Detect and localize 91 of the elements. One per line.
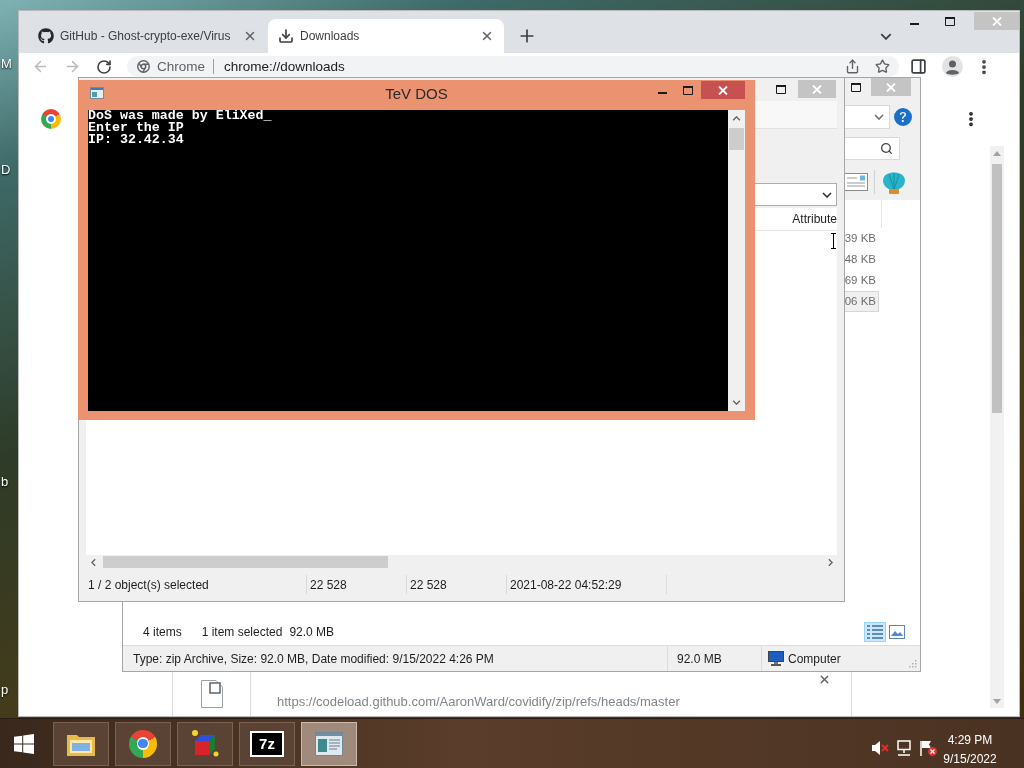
details-view-icon [867, 625, 883, 639]
taskbar-button[interactable] [115, 721, 171, 766]
taskbar-button[interactable] [301, 721, 357, 766]
tab-search-icon[interactable] [880, 32, 892, 40]
console-line: IP: 32.42.34 [88, 134, 184, 146]
large-icons-view-button[interactable] [886, 622, 908, 642]
close-icon [886, 82, 896, 92]
reload-icon[interactable] [96, 58, 112, 75]
help-icon[interactable] [894, 108, 912, 126]
browser-tab[interactable]: GitHub - Ghost-crypto-exe/Virus [28, 19, 264, 53]
desktop-icon-label[interactable]: p [1, 682, 9, 698]
file-icon [200, 680, 223, 708]
download-icon [278, 28, 294, 44]
path-field[interactable] [755, 183, 837, 206]
close-button[interactable] [701, 81, 745, 99]
scroll-down-icon[interactable] [732, 400, 741, 405]
vertical-scrollbar[interactable] [990, 146, 1004, 708]
url-text: chrome://downloads [224, 58, 345, 75]
resize-grip-icon[interactable] [908, 659, 917, 668]
close-icon [812, 84, 822, 94]
text-cursor-icon [831, 233, 836, 249]
windows-logo-icon [14, 733, 34, 754]
status-text: 1 / 2 object(s) selected [88, 576, 209, 594]
file-size-cell[interactable]: 48 KB [843, 249, 879, 270]
maximize-icon [945, 16, 955, 26]
github-logo-icon [38, 28, 54, 44]
status-text: 22 528 [310, 576, 347, 594]
clock-date[interactable]: 9/15/2022 [943, 749, 997, 768]
console-line: DoS was made by EliXed_ [88, 110, 272, 122]
pane-layout-icon[interactable] [844, 173, 868, 191]
search-icon[interactable] [880, 142, 893, 155]
network-icon[interactable] [895, 739, 913, 756]
scroll-up-icon[interactable] [732, 116, 741, 121]
site-chip-label: Chrome [157, 58, 205, 75]
window-icon [315, 731, 343, 756]
console-line: Enter the IP [88, 122, 184, 134]
scrollbar-thumb[interactable] [103, 556, 388, 568]
desktop-icon-label[interactable]: b [1, 474, 9, 490]
close-tab-icon[interactable] [480, 29, 494, 43]
chrome-logo-icon [129, 729, 157, 758]
scrollbar-thumb[interactable] [992, 164, 1002, 413]
address-bar[interactable]: Chrome chrome://downloads [127, 56, 899, 77]
desktop-icon-label[interactable]: D [1, 162, 11, 178]
vertical-scrollbar[interactable] [728, 110, 745, 411]
browser-tab[interactable]: Downloads [268, 19, 504, 53]
maximize-icon [683, 85, 693, 95]
large-icons-view-icon [889, 625, 905, 639]
taskbar-button[interactable]: 7z [239, 721, 295, 766]
status-text: 2021-08-22 04:52:29 [510, 576, 622, 594]
maximize-icon [851, 82, 861, 92]
file-size-cell[interactable]: 39 KB [843, 228, 879, 249]
scroll-left-icon[interactable] [90, 557, 96, 567]
minimize-icon [657, 92, 667, 94]
window-title: TeV DOS [385, 84, 448, 104]
remove-icon[interactable] [818, 673, 831, 686]
shell-icon[interactable] [881, 170, 907, 194]
column-header[interactable]: Attribute [755, 208, 837, 231]
file-size-cell[interactable]: 69 KB [843, 270, 879, 291]
status-size: 92.0 MB [677, 650, 722, 668]
computer-icon [768, 651, 784, 666]
status-location: Computer [788, 650, 841, 668]
selection-info: 1 item selected [201, 624, 283, 641]
chrome-logo-icon [137, 60, 150, 73]
address-field[interactable] [843, 105, 890, 129]
taskbar-button[interactable] [53, 721, 109, 766]
cube-icon [190, 728, 220, 759]
minimize-icon [909, 23, 919, 25]
clock-time[interactable]: 4:29 PM [947, 730, 993, 750]
item-count: 4 items [143, 624, 182, 641]
close-icon [718, 85, 728, 95]
app-logo: 7z [250, 730, 284, 757]
status-text: 22 528 [410, 576, 447, 594]
scroll-right-icon[interactable] [827, 557, 833, 567]
chrome-logo-icon [41, 109, 61, 129]
download-url[interactable]: https://codeload.github.com/AaronWard/covidify/zip/refs/heads/master [277, 692, 680, 712]
selection-size: 92.0 MB [289, 624, 335, 641]
profile-avatar-icon[interactable] [941, 56, 963, 77]
side-panel-icon[interactable] [909, 58, 927, 75]
maximize-icon [776, 84, 786, 94]
search-field[interactable] [844, 137, 900, 160]
console-window-icon[interactable] [90, 87, 104, 99]
status-text: Type: zip Archive, Size: 92.0 MB, Date modified: 9/15/2022 4:26 PM [133, 650, 494, 668]
muted-speaker-icon[interactable] [871, 739, 889, 756]
file-size-cell[interactable]: 06 KB [843, 291, 879, 312]
flag-icon[interactable] [919, 739, 937, 756]
close-icon [991, 16, 1002, 26]
details-view-button[interactable] [864, 622, 886, 642]
share-icon[interactable] [845, 59, 860, 74]
star-icon[interactable] [875, 59, 890, 74]
scrollbar-thumb[interactable] [729, 128, 744, 150]
chevron-down-icon[interactable] [822, 191, 832, 198]
